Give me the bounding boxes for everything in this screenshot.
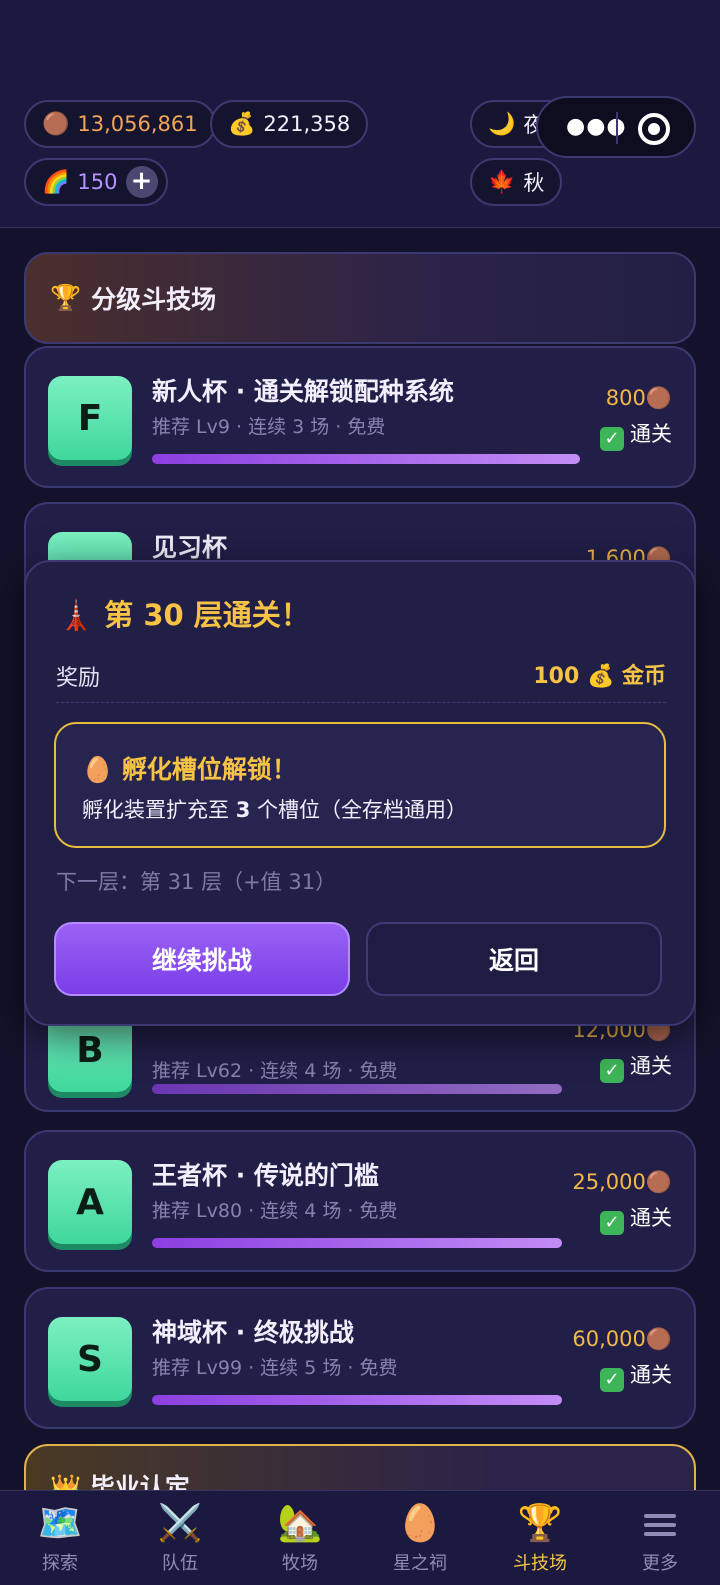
- tower-icon: 🗼: [58, 598, 95, 632]
- check-icon: ✓: [600, 1368, 624, 1392]
- nav-more[interactable]: 更多: [600, 1491, 720, 1585]
- coin-icon: 🟤: [645, 1327, 672, 1351]
- cup-card-s[interactable]: S 神域杯 · 终极挑战 推荐 Lv99 · 连续 5 场 · 免费 60,00…: [24, 1287, 696, 1429]
- nav-shrine[interactable]: 🥚 星之祠: [360, 1491, 480, 1585]
- rainbow-icon: 🌈: [42, 169, 70, 195]
- cup-reward: 25,000🟤: [572, 1170, 672, 1194]
- menu-icon: [600, 1503, 720, 1545]
- grade-badge: F: [48, 376, 132, 460]
- nav-explore[interactable]: 🗺️ 探索: [0, 1491, 120, 1585]
- grade-badge: A: [48, 1160, 132, 1244]
- top-status-bar: 🟤 13,056,861 💰 221,358 🌈 150 + 🌙 夜晚 🍁 秋 …: [0, 0, 720, 228]
- nav-arena[interactable]: 🏆 斗技场: [480, 1491, 600, 1585]
- cup-status: ✓ 通关: [600, 1050, 672, 1083]
- rainbow-counter: 🌈 150 +: [24, 158, 168, 206]
- cup-reward: 800🟤: [605, 386, 672, 410]
- reward-label: 奖励: [56, 666, 101, 691]
- coin-icon: 🟤: [42, 111, 70, 137]
- map-icon: 🗺️: [37, 1503, 83, 1544]
- cup-title: 见习杯: [152, 533, 228, 562]
- maple-leaf-icon: 🍁: [488, 169, 516, 195]
- progress-bar: [152, 1238, 562, 1248]
- moon-icon: 🌙: [488, 111, 516, 137]
- egg-icon: 🥚: [397, 1503, 443, 1544]
- add-rainbow-button[interactable]: +: [125, 166, 158, 198]
- cup-card-f[interactable]: F 新人杯 · 通关解锁配种系统 推荐 Lv9 · 连续 3 场 · 免费 80…: [24, 346, 696, 488]
- dialog-title: 🗼 第 30 层通关！: [58, 598, 310, 632]
- house-icon: 🏡: [277, 1503, 323, 1544]
- trophy-icon: 🏆: [517, 1503, 563, 1544]
- check-icon: ✓: [600, 1211, 624, 1235]
- progress-bar: [152, 1395, 562, 1405]
- coin-amount: 13,056,861: [77, 112, 198, 136]
- gold-amount: 221,358: [263, 112, 351, 136]
- check-icon: ✓: [600, 1059, 624, 1083]
- cup-card-a[interactable]: A 王者杯 · 传说的门槛 推荐 Lv80 · 连续 4 场 · 免费 25,0…: [24, 1130, 696, 1272]
- trophy-icon: 🏆: [50, 283, 82, 312]
- cup-title: 神域杯 · 终极挑战: [152, 1318, 354, 1347]
- nav-ranch[interactable]: 🏡 牧场: [240, 1491, 360, 1585]
- cup-subtitle: 推荐 Lv80 · 连续 4 场 · 免费: [152, 1200, 398, 1222]
- cup-status: ✓ 通关: [600, 418, 672, 451]
- rainbow-amount: 150: [77, 170, 118, 194]
- cup-subtitle: 推荐 Lv62 · 连续 4 场 · 免费: [152, 1060, 398, 1082]
- mini-program-capsule: ●●●: [536, 96, 696, 158]
- ranked-arena-header: 🏆 分级斗技场: [24, 252, 696, 344]
- section-title: 分级斗技场: [91, 285, 217, 314]
- progress-bar: [152, 454, 580, 464]
- nav-team[interactable]: ⚔️ 队伍: [120, 1491, 240, 1585]
- unlock-title: 🥚 孵化槽位解锁！: [82, 755, 297, 784]
- check-icon: ✓: [600, 427, 624, 451]
- continue-challenge-button[interactable]: 继续挑战: [54, 922, 350, 996]
- cup-status: ✓ 通关: [600, 1202, 672, 1235]
- bottom-nav: 🗺️ 探索 ⚔️ 队伍 🏡 牧场 🥚 星之祠 🏆 斗技场 更多: [0, 1490, 720, 1585]
- coin-icon: 🟤: [645, 386, 672, 410]
- swords-icon: ⚔️: [157, 1503, 203, 1544]
- gold-bag-icon: 💰: [228, 111, 256, 137]
- cup-title: 王者杯 · 传说的门槛: [152, 1161, 379, 1190]
- grade-badge: S: [48, 1317, 132, 1401]
- progress-bar: [152, 1084, 562, 1094]
- reward-value: 100 💰 金币: [533, 664, 666, 689]
- cup-title: 新人杯 · 通关解锁配种系统: [152, 377, 454, 406]
- gold-counter[interactable]: 💰 221,358: [210, 100, 369, 148]
- cup-subtitle: 推荐 Lv9 · 连续 3 场 · 免费: [152, 416, 386, 438]
- season: 🍁 秋: [470, 158, 563, 206]
- coin-counter[interactable]: 🟤 13,056,861: [24, 100, 216, 148]
- unlock-description: 孵化装置扩充至 3 个槽位（全存档通用）: [82, 798, 467, 822]
- hatch-slot-unlock-box: 🥚 孵化槽位解锁！ 孵化装置扩充至 3 个槽位（全存档通用）: [54, 722, 666, 848]
- capsule-divider: [616, 112, 618, 144]
- cup-subtitle: 推荐 Lv99 · 连续 5 场 · 免费: [152, 1357, 398, 1379]
- floor-clear-dialog: 🗼 第 30 层通关！ 奖励 100 💰 金币 🥚 孵化槽位解锁！ 孵化装置扩充…: [24, 560, 696, 1026]
- cup-status: ✓ 通关: [600, 1359, 672, 1392]
- back-button[interactable]: 返回: [366, 922, 662, 996]
- close-target-icon[interactable]: [638, 113, 670, 145]
- cup-reward: 60,000🟤: [572, 1327, 672, 1351]
- dashed-divider: [56, 702, 666, 703]
- next-floor-text: 下一层：第 31 层（+值 31）: [56, 870, 337, 894]
- coin-icon: 🟤: [645, 1170, 672, 1194]
- season-label: 秋: [523, 171, 545, 195]
- egg-icon: 🥚: [82, 755, 114, 784]
